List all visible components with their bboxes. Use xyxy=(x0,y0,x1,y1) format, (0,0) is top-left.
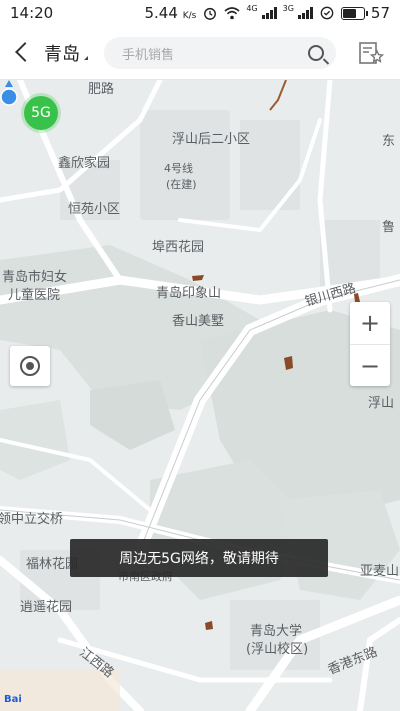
back-icon[interactable] xyxy=(12,41,34,63)
signal-icon xyxy=(261,7,277,19)
map-label: 青岛印象山 xyxy=(156,286,222,301)
map-label: 埠西花园 xyxy=(152,240,205,255)
status-time: 14:20 xyxy=(10,4,54,22)
sync-icon xyxy=(320,6,334,20)
map-label: 逍遥花园 xyxy=(20,600,73,615)
map-label: 肥路 xyxy=(88,82,115,97)
map-label: 4号线 xyxy=(164,162,193,175)
locate-button[interactable] xyxy=(10,346,50,386)
app-header: 青岛 手机销售 xyxy=(0,26,400,80)
city-selector[interactable]: 青岛 xyxy=(44,40,80,66)
favorites-list-icon[interactable] xyxy=(358,40,384,66)
map-label: 浮山后二小区 xyxy=(172,132,251,147)
zoom-controls: + − xyxy=(350,302,390,386)
map-label: 恒苑小区 xyxy=(68,202,121,217)
baidu-logo: Bai xyxy=(4,694,22,705)
signal-icon xyxy=(297,7,313,19)
battery-percent: 57 xyxy=(370,4,390,22)
map-label: 鲁 xyxy=(382,220,396,235)
network-speed: 5.44 K/s xyxy=(144,4,197,22)
zoom-out-button[interactable]: − xyxy=(350,345,390,387)
map-background xyxy=(0,80,400,711)
search-input[interactable]: 手机销售 xyxy=(104,37,336,69)
map-label: (在建) xyxy=(166,178,197,191)
toast-message: 周边无5G网络，敬请期待 xyxy=(70,539,328,577)
map-label: 鑫欣家园 xyxy=(58,156,111,171)
5g-badge[interactable]: 5G xyxy=(24,96,58,130)
map-label: 浮山 xyxy=(368,396,395,411)
search-icon[interactable] xyxy=(308,45,324,61)
zoom-in-button[interactable]: + xyxy=(350,302,390,344)
map-label: 亚麦山 xyxy=(360,564,400,579)
city-caret-icon xyxy=(84,56,88,60)
map-label: 青岛大学 xyxy=(250,624,303,639)
map-label: 东 xyxy=(382,134,396,149)
wifi-icon xyxy=(224,7,240,20)
status-bar: 14:20 5.44 K/s 4G 3G 57 xyxy=(0,0,400,26)
map-label: (浮山校区) xyxy=(246,642,309,657)
battery-icon xyxy=(340,6,368,20)
alarm-icon xyxy=(204,7,217,20)
search-placeholder: 手机销售 xyxy=(122,48,175,63)
map-view[interactable]: 肥路 浮山后二小区 东 鑫欣家园 4号线 (在建) 恒苑小区 鲁 埠西花园 青岛… xyxy=(0,80,400,711)
map-label: 香山美墅 xyxy=(172,314,225,329)
status-icons: 5.44 K/s 4G 3G 57 xyxy=(144,3,391,23)
map-label: 领中立交桥 xyxy=(0,512,64,527)
user-location-icon xyxy=(0,80,18,106)
map-label: 青岛市妇女 xyxy=(2,270,68,285)
map-label: 儿童医院 xyxy=(8,288,61,303)
